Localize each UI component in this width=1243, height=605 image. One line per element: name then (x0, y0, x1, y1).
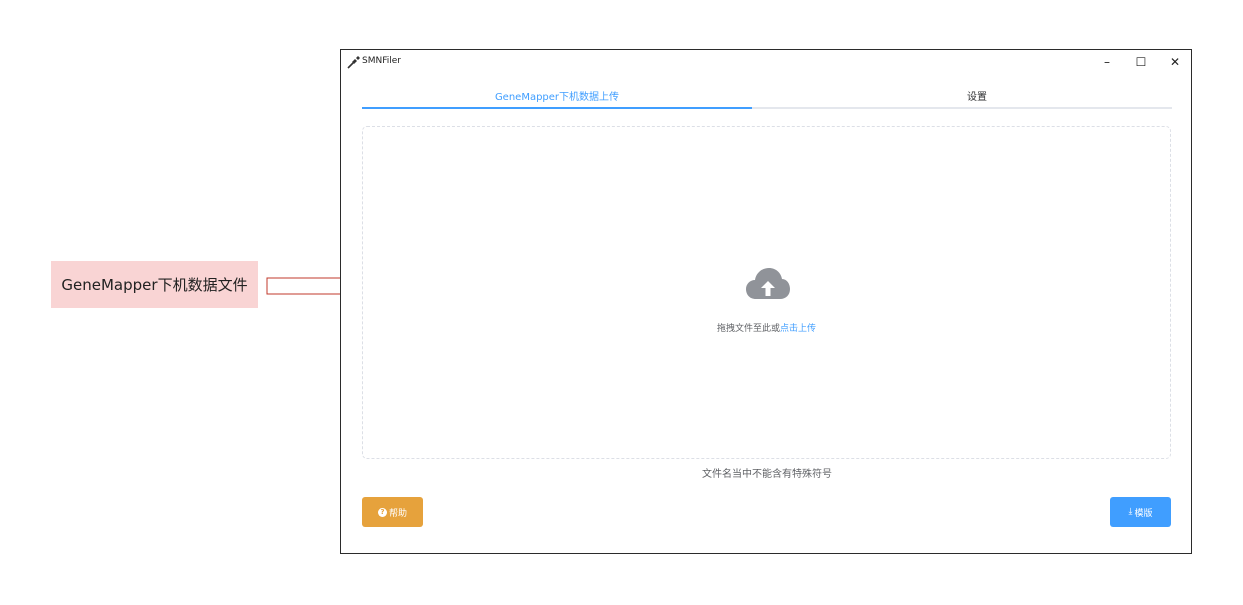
template-button-label: 模版 (1134, 508, 1153, 519)
cloud-upload-icon (746, 268, 790, 299)
annotation-label: GeneMapper下机数据文件 (61, 276, 248, 294)
title-bar[interactable]: SMNFiler – ☐ ✕ (341, 50, 1191, 76)
window-title: SMNFiler (362, 56, 401, 66)
maximize-icon: ☐ (1135, 55, 1147, 69)
tab-genemapper-upload[interactable]: GeneMapper下机数据上传 (362, 84, 752, 107)
annotation-callout: GeneMapper下机数据文件 (51, 261, 258, 308)
upload-instructions: 拖拽文件至此或点击上传 (363, 321, 1170, 334)
tab-bar: GeneMapper下机数据上传 设置 (362, 84, 1172, 109)
screenshot-canvas: GeneMapper下机数据文件 SMNFiler – ☐ ✕ GeneMapp… (0, 0, 1243, 605)
upload-text-prefix: 拖拽文件至此或 (716, 324, 780, 334)
tab-settings[interactable]: 设置 (782, 84, 1172, 107)
filename-tip: 文件名当中不能含有特殊符号 (702, 469, 832, 480)
close-button[interactable]: ✕ (1159, 52, 1191, 72)
template-download-button[interactable]: ⤓ 模版 (1110, 497, 1171, 527)
download-icon: ⤓ (1128, 507, 1133, 517)
click-to-upload-link[interactable]: 点击上传 (780, 324, 816, 334)
app-logo-icon (347, 56, 360, 69)
close-icon: ✕ (1169, 55, 1181, 69)
upload-dropzone[interactable]: 拖拽文件至此或点击上传 (362, 126, 1171, 459)
minimize-button[interactable]: – (1091, 52, 1123, 72)
tab-label: 设置 (967, 92, 987, 103)
maximize-button[interactable]: ☐ (1125, 52, 1157, 72)
help-button-label: 帮助 (388, 508, 407, 519)
question-circle-icon: ? (377, 507, 387, 517)
minimize-icon: – (1104, 55, 1110, 69)
help-button[interactable]: ? 帮助 (362, 497, 423, 527)
tab-label: GeneMapper下机数据上传 (494, 92, 620, 103)
active-tab-indicator (362, 107, 752, 109)
app-window: SMNFiler – ☐ ✕ GeneMapper下机数据上传 设置 拖拽文件至… (340, 49, 1192, 554)
